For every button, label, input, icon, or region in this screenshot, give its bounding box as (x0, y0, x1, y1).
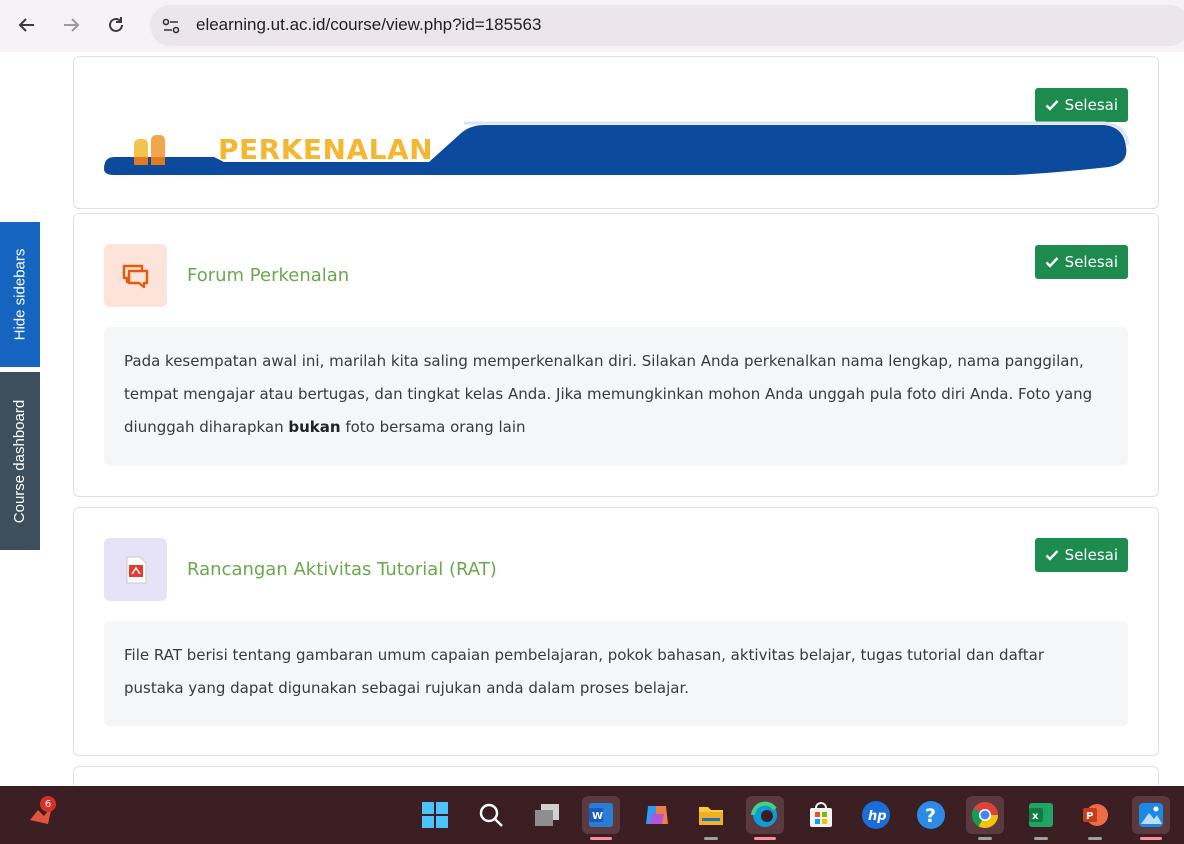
svg-text:x: x (1032, 811, 1039, 822)
hide-sidebars-tab[interactable]: Hide sidebars (0, 222, 40, 367)
edge-taskbar-button[interactable] (746, 796, 784, 840)
store-button[interactable] (802, 796, 840, 834)
course-page: Selesai PERKENALAN Selesai Forum Perkena… (0, 52, 1184, 786)
completion-label: Selesai (1064, 546, 1118, 564)
activity-description: Pada kesempatan awal ini, marilah kita s… (104, 327, 1128, 466)
activity-title[interactable]: Rancangan Aktivitas Tutorial (RAT) (187, 559, 497, 580)
help-button[interactable]: ? (912, 796, 950, 834)
hp-icon: hp (862, 801, 890, 829)
powerpoint-button[interactable]: P (1076, 796, 1114, 840)
hide-sidebars-label: Hide sidebars (11, 248, 29, 341)
description-emphasis: bukan (288, 418, 341, 436)
word-taskbar-button[interactable]: W (582, 796, 620, 840)
excel-button[interactable]: x (1022, 796, 1060, 840)
completion-label: Selesai (1064, 253, 1118, 271)
activity-description: File RAT berisi tentang gambaran umum ca… (104, 621, 1128, 726)
file-explorer-button[interactable] (692, 796, 730, 840)
powerpoint-icon: P (1083, 804, 1108, 826)
activity-card-next (73, 766, 1159, 786)
chrome-icon (971, 802, 999, 829)
check-icon (1045, 550, 1059, 561)
course-dashboard-label: Course dashboard (11, 399, 29, 523)
check-icon (1045, 100, 1059, 111)
activity-title[interactable]: Forum Perkenalan (187, 265, 349, 286)
start-button[interactable] (416, 796, 454, 834)
description-text-end: foto bersama orang lain (340, 418, 526, 436)
check-icon (1045, 257, 1059, 268)
word-icon: W (589, 803, 613, 827)
pdf-icon[interactable] (104, 538, 167, 601)
back-button[interactable] (12, 10, 42, 40)
search-icon (479, 803, 503, 827)
hp-button[interactable]: hp (857, 796, 895, 834)
help-icon: ? (917, 801, 945, 829)
edge-icon (751, 801, 777, 827)
section-banner-card: Selesai PERKENALAN (73, 56, 1159, 209)
reload-button[interactable] (101, 10, 131, 40)
activity-card-rat: Selesai Rancangan Aktivitas Tutorial (RA… (73, 507, 1159, 756)
completion-button[interactable]: Selesai (1034, 245, 1128, 279)
activity-card-forum: Selesai Forum Perkenalan Pada kesempatan… (73, 213, 1159, 497)
store-icon (810, 802, 832, 827)
file-explorer-icon (699, 807, 723, 825)
section-title: PERKENALAN (218, 133, 434, 166)
reload-icon (109, 17, 123, 32)
forum-icon[interactable] (104, 244, 167, 307)
start-icon (422, 802, 448, 828)
arrow-right-icon (64, 18, 80, 32)
svg-text:?: ? (925, 805, 936, 827)
chrome-taskbar-button[interactable] (966, 796, 1004, 840)
svg-text:hp: hp (868, 809, 887, 824)
photos-taskbar-button[interactable] (1132, 796, 1170, 840)
site-settings-icon[interactable] (160, 15, 182, 37)
copilot-button[interactable] (638, 796, 676, 834)
taskbar: W hp ? x P (0, 786, 1184, 844)
browser-toolbar: elearning.ut.ac.id/course/view.php?id=18… (0, 0, 1184, 52)
address-bar[interactable]: elearning.ut.ac.id/course/view.php?id=18… (150, 5, 1184, 46)
search-button[interactable] (472, 796, 510, 834)
course-dashboard-tab[interactable]: Course dashboard (0, 372, 40, 550)
task-view-icon (535, 804, 559, 826)
svg-text:W: W (592, 811, 603, 822)
arrow-left-icon (18, 18, 34, 32)
completion-button[interactable]: Selesai (1034, 538, 1128, 572)
notification-badge: 6 (40, 796, 56, 812)
description-text: Pada kesempatan awal ini, marilah kita s… (124, 352, 1093, 436)
excel-icon: x (1029, 803, 1053, 827)
forward-button[interactable] (56, 10, 86, 40)
copilot-icon (646, 806, 668, 824)
task-view-button[interactable] (528, 796, 566, 834)
completion-label: Selesai (1064, 96, 1118, 114)
svg-text:P: P (1086, 811, 1093, 822)
url-text[interactable]: elearning.ut.ac.id/course/view.php?id=18… (196, 15, 541, 35)
photos-icon (1139, 803, 1163, 827)
